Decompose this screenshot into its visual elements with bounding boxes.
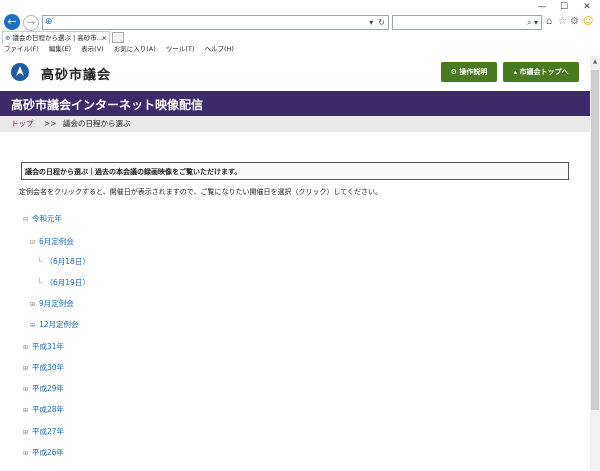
council-top-button-label: 市議会トップへ: [519, 68, 569, 76]
site-name[interactable]: 高砂市議会: [41, 64, 111, 83]
tab-label: 議会の日程から選ぶ | 高砂市...: [12, 34, 103, 42]
menu-edit[interactable]: 編集(E): [49, 45, 71, 53]
tree-day-june18[interactable]: └ （6月18日）: [37, 256, 90, 267]
banner-title: 高砂市議会インターネット映像配信: [11, 98, 204, 112]
ie-page-icon: ⊕: [5, 34, 11, 42]
star-icon[interactable]: ☆: [558, 16, 567, 28]
back-arrow-icon: ←: [7, 15, 17, 28]
banner: 高砂市議会インターネット映像配信: [0, 91, 590, 116]
forward-button[interactable]: →: [23, 15, 39, 31]
tree-label: （6月18日）: [45, 257, 90, 266]
home-icon[interactable]: ⌂: [546, 16, 552, 28]
help-button[interactable]: ⚙ 操作説明: [441, 62, 497, 82]
council-top-button[interactable]: ▴ 市議会トップへ: [503, 62, 579, 82]
tree-year-heisei29[interactable]: ⊞ 平成29年: [22, 383, 64, 394]
refresh-icon[interactable]: ▾ ↻: [369, 16, 385, 29]
menu-view[interactable]: 表示(V): [81, 45, 104, 53]
expand-icon: ⊞: [22, 428, 29, 436]
tree-label: 令和元年: [32, 214, 62, 223]
site-header: 高砂市議会 ⚙ 操作説明 ▴ 市議会トップへ: [0, 56, 590, 88]
back-button[interactable]: ←: [4, 14, 20, 30]
breadcrumb: トップ >> 議会の日程から選ぶ: [0, 116, 590, 132]
breadcrumb-home-link[interactable]: トップ: [11, 116, 34, 132]
tree-label: 平成28年: [32, 405, 65, 414]
tree-label: 平成27年: [32, 427, 65, 436]
smiley-icon[interactable]: ☺: [583, 16, 593, 28]
tree-session-dec[interactable]: ⊞ 12月定例会: [29, 319, 79, 330]
tree-label: （6月19日）: [45, 278, 90, 287]
expand-icon: ⊞: [22, 449, 29, 457]
tree-year-heisei30[interactable]: ⊞ 平成30年: [22, 362, 64, 373]
tab-bar: ⊕ 議会の日程から選ぶ | 高砂市... ×: [0, 31, 600, 45]
notice-box: 議会の日程から選ぶ｜過去の本会議の録画映像をご覧いただけます。: [21, 162, 569, 180]
tree-year-heisei28[interactable]: ⊞ 平成28年: [22, 404, 64, 415]
new-tab-button[interactable]: [112, 32, 124, 43]
forward-arrow-icon: →: [26, 16, 36, 29]
breadcrumb-separator: >>: [44, 119, 57, 128]
expand-icon: ⊞: [22, 364, 29, 372]
tree-year-reiwa1[interactable]: ⊟ 令和元年: [22, 213, 62, 224]
menu-bar: ファイル(F) 編集(E) 表示(V) お気に入り(A) ツール(T) ヘルプ(…: [0, 44, 600, 55]
expand-icon: ⊞: [22, 343, 29, 351]
tree-year-heisei26[interactable]: ⊞ 平成26年: [22, 447, 64, 458]
scroll-up-icon[interactable]: ▲: [590, 58, 600, 65]
city-emblem-icon[interactable]: [11, 63, 29, 81]
tree-branch-icon: └: [37, 257, 42, 266]
menu-tools[interactable]: ツール(T): [166, 45, 195, 53]
search-input[interactable]: ⌕ ▾: [392, 15, 542, 30]
vertical-scrollbar[interactable]: ▲: [590, 56, 600, 471]
address-input[interactable]: ⊕ ▾ ↻: [42, 15, 389, 30]
menu-help[interactable]: ヘルプ(H): [205, 45, 234, 53]
collapse-icon: ⊟: [22, 215, 29, 223]
expand-icon: ⊞: [22, 406, 29, 414]
tree-branch-icon: └: [37, 278, 42, 287]
tree-label: 6月定例会: [39, 237, 74, 246]
tree-day-june19[interactable]: └ （6月19日）: [37, 277, 90, 288]
tree-label: 平成30年: [32, 363, 65, 372]
expand-icon: ⊞: [29, 300, 36, 308]
collapse-icon: ⊟: [29, 238, 36, 246]
tree-session-june[interactable]: ⊟ 6月定例会: [29, 236, 74, 247]
expand-icon: ⊞: [29, 321, 36, 329]
tree-label: 平成29年: [32, 384, 65, 393]
tree-year-heisei31[interactable]: ⊞ 平成31年: [22, 341, 64, 352]
tree-session-sept[interactable]: ⊞ 9月定例会: [29, 298, 74, 309]
gear-icon[interactable]: ⚙: [570, 16, 579, 28]
close-tab-icon[interactable]: ×: [102, 32, 107, 44]
tree-label: 平成31年: [32, 342, 65, 351]
ie-page-icon: ⊕: [45, 17, 53, 27]
search-icon[interactable]: ⌕ ▾: [527, 16, 538, 29]
intro-text: 定例会名をクリックすると、開催日が表示されますので、ご覧になりたい開催日を選択（…: [19, 188, 383, 196]
tab-active[interactable]: ⊕ 議会の日程から選ぶ | 高砂市... ×: [2, 31, 110, 44]
tree-label: 12月定例会: [39, 320, 79, 329]
breadcrumb-current: 議会の日程から選ぶ: [63, 119, 131, 128]
menu-favorites[interactable]: お気に入り(A): [114, 45, 156, 53]
tree-label: 平成26年: [32, 448, 65, 457]
menu-file[interactable]: ファイル(F): [4, 45, 39, 53]
expand-icon: ⊞: [22, 385, 29, 393]
scrollbar-thumb[interactable]: [591, 70, 599, 410]
page-content: 高砂市議会 ⚙ 操作説明 ▴ 市議会トップへ 高砂市議会インターネット映像配信 …: [0, 56, 590, 471]
address-bar-row: ← → ⊕ ▾ ↻ ⌕ ▾ ⌂ ☆ ⚙ ☺: [0, 12, 600, 32]
tree-label: 9月定例会: [39, 299, 74, 308]
help-button-label: 操作説明: [459, 68, 488, 76]
tree-year-heisei27[interactable]: ⊞ 平成27年: [22, 426, 64, 437]
